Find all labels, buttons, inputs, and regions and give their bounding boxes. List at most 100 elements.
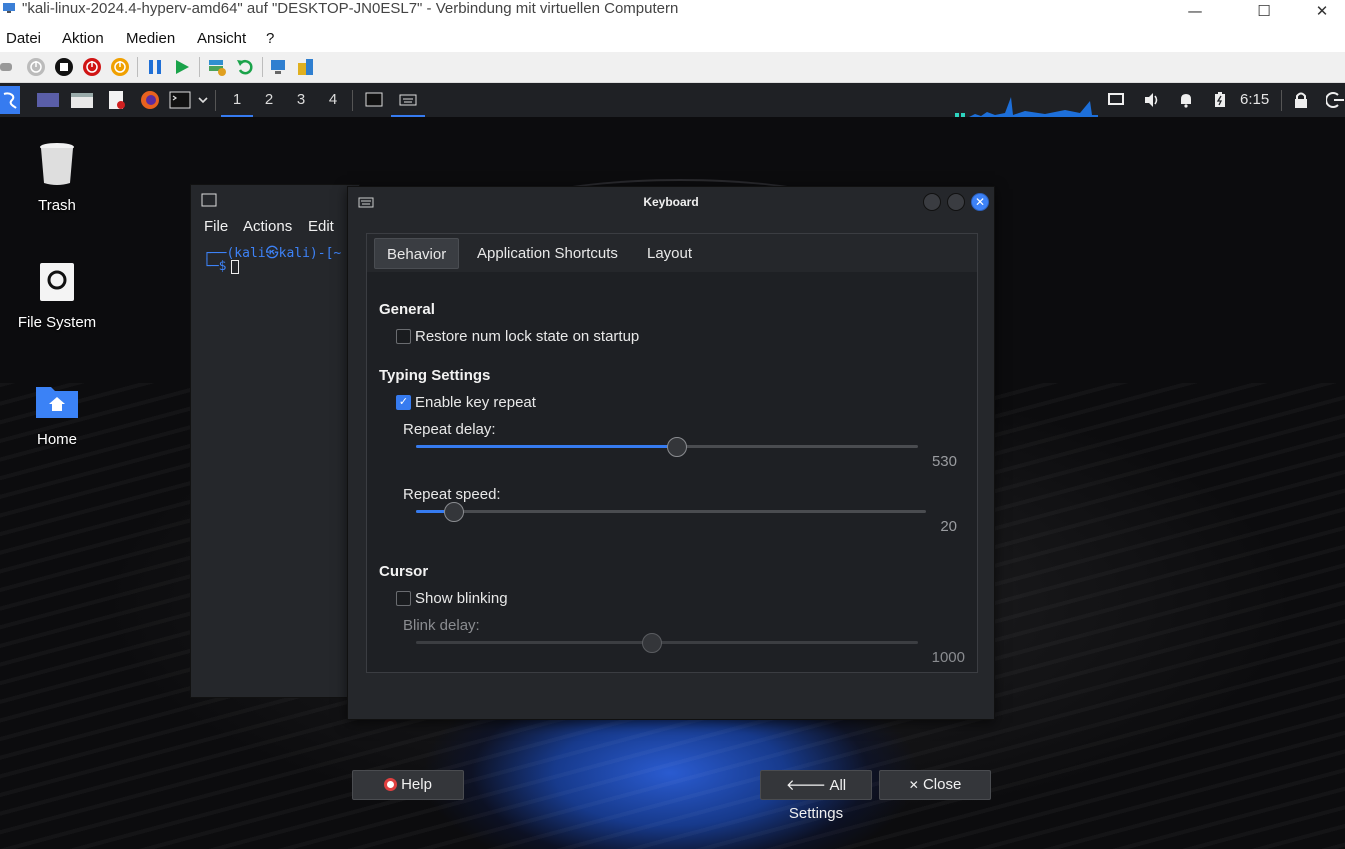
panel-clock[interactable]: 6:15: [1240, 83, 1269, 117]
close-icon: ✕: [974, 195, 986, 209]
terminal-menu-file[interactable]: File: [204, 218, 228, 235]
desktop-home[interactable]: Home: [7, 381, 107, 448]
maximize-button[interactable]: ☐: [1241, 0, 1287, 22]
dialog-title: Keyboard: [643, 195, 699, 209]
close-icon: ✕: [908, 778, 919, 792]
network-graph-icon: [955, 97, 1098, 117]
desktop-icon-label: Home: [36, 431, 77, 448]
menu-ansicht[interactable]: Ansicht: [197, 30, 246, 47]
home-folder-icon: [36, 387, 78, 418]
restore-numlock-checkbox[interactable]: [396, 329, 411, 344]
dialog-close-button[interactable]: ✕: [971, 193, 989, 211]
enable-key-repeat-label[interactable]: Enable key repeat: [415, 394, 536, 411]
repeat-speed-slider[interactable]: [416, 502, 926, 522]
host-window-title: "kali-linux-2024.4-hyperv-amd64" auf "DE…: [22, 0, 679, 17]
close-window-button[interactable]: ✕: [1299, 0, 1345, 22]
menu-aktion[interactable]: Aktion: [62, 30, 104, 47]
minimize-button[interactable]: —: [1172, 0, 1218, 22]
taskbar-keyboard-item[interactable]: [391, 83, 425, 117]
terminal-menu-edit[interactable]: Edit: [308, 218, 334, 235]
pause-icon[interactable]: [145, 57, 165, 77]
repeat-delay-value: 530: [931, 453, 957, 470]
workspace-3[interactable]: 3: [285, 83, 317, 117]
xfce-panel: 1 2 3 4 6:15: [0, 83, 1345, 117]
share-icon[interactable]: [296, 57, 316, 77]
keyboard-icon: [399, 94, 417, 106]
enable-key-repeat-checkbox[interactable]: ✓: [396, 395, 411, 410]
logout-icon[interactable]: [1326, 90, 1345, 110]
revert-icon[interactable]: [235, 57, 255, 77]
chevron-down-icon[interactable]: [196, 90, 210, 110]
firefox-icon[interactable]: [139, 90, 161, 110]
lock-icon[interactable]: [1293, 90, 1309, 110]
panel-separator: [352, 90, 353, 111]
repeat-delay-fill: [416, 445, 677, 448]
toolbar-separator: [262, 57, 263, 77]
menu-help[interactable]: ?: [266, 30, 274, 47]
save-state-icon[interactable]: [110, 57, 130, 77]
start-icon[interactable]: [26, 57, 46, 77]
blink-delay-value: 1000: [931, 649, 965, 666]
panel-separator: [1281, 90, 1282, 111]
desktop-trash[interactable]: Trash: [7, 141, 107, 214]
notification-bell-icon[interactable]: [1177, 90, 1195, 110]
host-toolbar: [0, 52, 1345, 83]
menu-medien[interactable]: Medien: [126, 30, 175, 47]
tab-layout[interactable]: Layout: [635, 238, 704, 269]
shutdown-icon[interactable]: [82, 57, 102, 77]
file-manager-icon[interactable]: [70, 90, 94, 110]
help-button[interactable]: Help: [352, 770, 464, 800]
repeat-speed-handle[interactable]: [444, 502, 464, 522]
ctrl-alt-del-icon[interactable]: [0, 57, 14, 77]
show-desktop-icon[interactable]: [36, 90, 60, 110]
blink-delay-label: Blink delay:: [403, 617, 480, 634]
tab-behavior[interactable]: Behavior: [374, 238, 460, 269]
repeat-delay-label: Repeat delay:: [403, 421, 496, 438]
display-icon[interactable]: [1107, 90, 1125, 110]
resume-icon[interactable]: [172, 57, 192, 77]
close-button[interactable]: ✕ Close: [879, 770, 991, 800]
taskbar-terminal-icon[interactable]: [364, 90, 384, 110]
help-icon: [384, 778, 398, 791]
blink-delay-handle: [642, 633, 662, 653]
show-blinking-label[interactable]: Show blinking: [415, 590, 508, 607]
section-cursor-heading: Cursor: [379, 563, 429, 580]
workspace-2[interactable]: 2: [253, 83, 285, 117]
terminal-prompt-line2: └─$: [203, 259, 235, 274]
repeat-delay-slider[interactable]: [416, 437, 918, 457]
dialog-maximize-button[interactable]: [947, 193, 965, 211]
all-settings-button[interactable]: 🡐 All Settings: [760, 770, 872, 822]
text-editor-icon[interactable]: [106, 90, 128, 110]
menu-datei[interactable]: Datei: [6, 30, 41, 47]
settings-frame: Behavior Application Shortcuts Layout Ge…: [366, 233, 978, 673]
checkpoint-icon[interactable]: [207, 57, 227, 77]
battery-icon[interactable]: [1212, 90, 1228, 110]
arrow-left-icon: 🡐: [785, 776, 827, 794]
checkmark-icon: ✓: [398, 396, 409, 408]
terminal-menu-actions[interactable]: Actions: [243, 218, 292, 235]
volume-icon[interactable]: [1142, 90, 1162, 110]
workspace-4[interactable]: 4: [317, 83, 349, 117]
workspace-1[interactable]: 1: [221, 83, 253, 117]
kali-menu-icon[interactable]: [0, 86, 20, 114]
repeat-delay-handle[interactable]: [667, 437, 687, 457]
desktop-icon-label: Trash: [38, 197, 76, 214]
section-general-heading: General: [379, 301, 435, 318]
vm-display[interactable]: 1 2 3 4 6:15 Trash File System Home File…: [0, 83, 1345, 849]
desktop-file-system[interactable]: File System: [7, 260, 107, 331]
section-typing-heading: Typing Settings: [379, 367, 491, 384]
repeat-speed-label: Repeat speed:: [403, 486, 501, 503]
restore-numlock-label[interactable]: Restore num lock state on startup: [415, 328, 639, 345]
dialog-titlebar[interactable]: Keyboard ✕: [348, 187, 994, 217]
enhanced-session-icon[interactable]: [269, 57, 289, 77]
tab-bar: Behavior Application Shortcuts Layout: [367, 234, 977, 272]
turn-off-icon[interactable]: [54, 57, 74, 77]
terminal-window[interactable]: File Actions Edit ┌──(kali㉿kali)-[~ └─$: [190, 184, 360, 698]
panel-separator: [215, 90, 216, 111]
show-blinking-checkbox[interactable]: [396, 591, 411, 606]
vm-connection-icon: [3, 3, 15, 13]
tab-application-shortcuts[interactable]: Application Shortcuts: [465, 238, 630, 269]
terminal-icon[interactable]: [169, 90, 191, 110]
desktop-icon-label: File System: [17, 314, 97, 331]
dialog-minimize-button[interactable]: [923, 193, 941, 211]
